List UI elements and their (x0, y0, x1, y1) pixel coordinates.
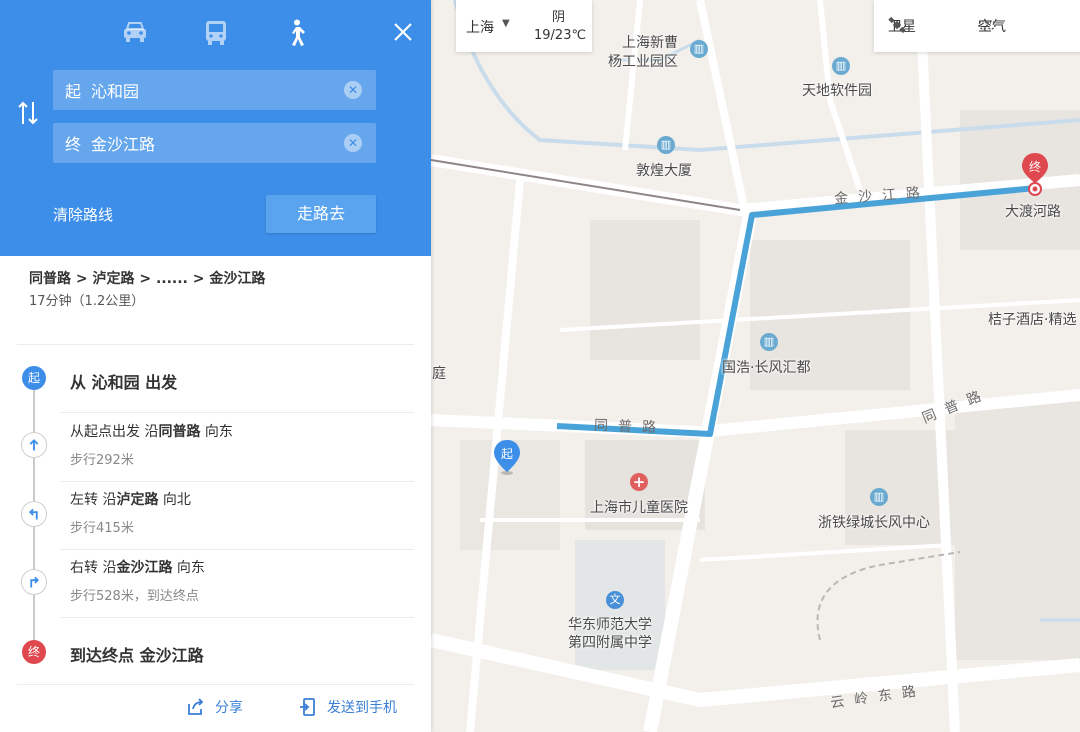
hospital-icon: + (630, 473, 648, 491)
step-text: 左转 沿 (70, 492, 117, 508)
map-label-poi[interactable]: 华东师范大学 (568, 614, 652, 634)
step-text: 向北 (158, 492, 191, 508)
step-text: 向东 (200, 424, 233, 440)
svg-text:终: 终 (1029, 159, 1041, 174)
step-road: 金沙江路 (116, 560, 173, 576)
air-quality-button[interactable]: 空气 (978, 16, 1006, 36)
map-label-poi[interactable]: 上海市儿童医院 (590, 497, 688, 517)
step-instruction[interactable]: 从起点出发 沿同普路 向东 (70, 421, 233, 441)
building-icon: ▥ (870, 488, 888, 506)
turn-left-icon (21, 501, 47, 527)
bus-icon[interactable] (203, 19, 229, 47)
divider (60, 549, 414, 550)
share-label: 分享 (215, 700, 243, 716)
divider (17, 344, 414, 345)
step-instruction[interactable]: 左转 沿泸定路 向北 (70, 489, 191, 509)
map-label-poi[interactable]: 大渡河路 (1005, 201, 1061, 221)
divider (60, 617, 414, 618)
step-distance: 步行292米 (70, 453, 134, 468)
step-road: 同普路 (158, 424, 201, 440)
end-tag: 终 (65, 135, 82, 154)
building-icon: ▥ (760, 333, 778, 351)
route-header: 起 沁和园 ✕ 终 金沙江路 ✕ 清除路线 走路去 (0, 0, 431, 256)
end-marker[interactable]: 终 (1020, 153, 1050, 197)
step-distance: 步行528米，到达终点 (70, 589, 199, 604)
step-text: 右转 沿 (70, 560, 117, 576)
start-badge: 起 (22, 366, 46, 390)
step-road: 泸定路 (116, 492, 159, 508)
walk-icon[interactable] (283, 19, 309, 47)
clear-route-link[interactable]: 清除路线 (53, 204, 113, 225)
satellite-button[interactable]: 卫星 (888, 16, 916, 36)
divider (60, 481, 414, 482)
end-badge: 终 (22, 640, 46, 664)
map-label-poi[interactable]: 第四附属中学 (568, 632, 652, 652)
end-location-value[interactable]: 金沙江路 (91, 131, 155, 155)
svg-text:起: 起 (501, 447, 513, 461)
swap-icon[interactable] (16, 100, 40, 126)
building-icon: ▥ (690, 40, 708, 58)
route-panel: 起 沁和园 ✕ 终 金沙江路 ✕ 清除路线 走路去 同普路 > 泸定路 > ..… (0, 0, 431, 732)
map-label-poi[interactable]: 上海新曹 (622, 32, 678, 52)
send-to-phone-icon (300, 698, 315, 716)
map-label-poi[interactable]: 浙铁绿城长风中心 (818, 512, 930, 532)
route-time-distance: 17分钟（1.2公里） (29, 294, 145, 309)
satellite-icon (888, 16, 906, 34)
school-icon: 文 (606, 591, 624, 609)
walk-go-button[interactable]: 走路去 (266, 195, 376, 233)
weather-widget[interactable]: 上海 ▼ 阴 19/23℃ (456, 0, 592, 52)
step-text: 向东 (172, 560, 205, 576)
step-text: 从起点出发 沿 (70, 424, 159, 440)
map-label-poi[interactable]: 国浩·长风汇都 (722, 357, 810, 377)
route-summary[interactable]: 同普路 > 泸定路 > ...... > 金沙江路 (29, 268, 265, 288)
straight-arrow-icon (21, 432, 47, 458)
air-icon (978, 20, 996, 30)
divider (17, 684, 414, 685)
weather-temperature: 19/23℃ (534, 28, 587, 43)
step-distance: 步行415米 (70, 521, 134, 536)
map-label-poi[interactable]: 敦煌大厦 (636, 160, 692, 180)
building-icon: ▥ (832, 57, 850, 75)
send-to-phone-button[interactable]: 发送到手机 (299, 697, 397, 717)
caret-down-icon[interactable]: ▼ (502, 18, 510, 29)
share-button[interactable]: 分享 (187, 697, 243, 717)
start-location-value[interactable]: 沁和园 (91, 78, 139, 102)
start-tag: 起 (65, 82, 82, 101)
weather-condition: 阴 (552, 10, 566, 25)
close-icon[interactable] (391, 20, 415, 44)
map-label-poi[interactable]: 杨工业园区 (608, 51, 678, 71)
share-icon (188, 698, 204, 715)
clear-start-icon[interactable]: ✕ (344, 81, 362, 99)
map-label-poi[interactable]: 桔子酒店·精选 (988, 309, 1076, 329)
end-step[interactable]: 到达终点 金沙江路 (70, 642, 204, 666)
map-label-poi[interactable]: 庭 (432, 363, 446, 383)
turn-right-icon (21, 569, 47, 595)
start-location-field[interactable]: 起 沁和园 ✕ (53, 70, 376, 110)
map-layer-controls: 卫星 空气 (874, 0, 1080, 52)
start-marker[interactable]: 起 (494, 440, 520, 476)
step-instruction[interactable]: 右转 沿金沙江路 向东 (70, 557, 205, 577)
map-label-poi[interactable]: 天地软件园 (802, 80, 872, 100)
divider (60, 412, 414, 413)
city-selector[interactable]: 上海 (466, 17, 494, 37)
car-icon[interactable] (122, 19, 148, 47)
clear-end-icon[interactable]: ✕ (344, 134, 362, 152)
end-location-field[interactable]: 终 金沙江路 ✕ (53, 123, 376, 163)
send-to-phone-label: 发送到手机 (327, 700, 397, 716)
building-icon: ▥ (657, 136, 675, 154)
road-label: 同普路 (593, 417, 667, 437)
start-step[interactable]: 从 沁和园 出发 (70, 369, 177, 393)
